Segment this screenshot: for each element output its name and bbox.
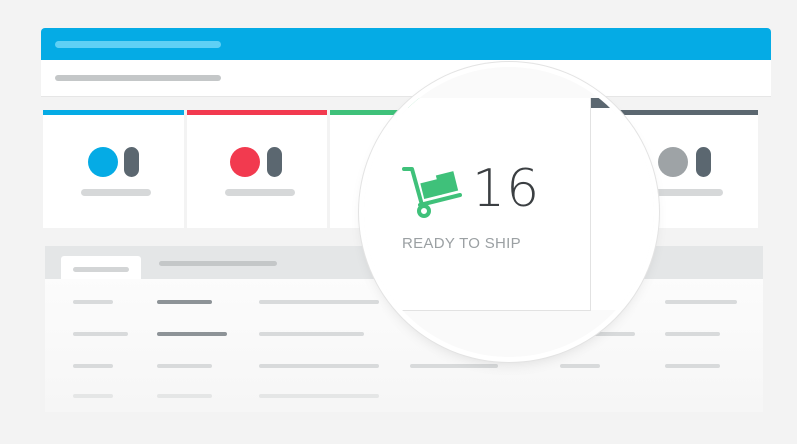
tab-label-placeholder xyxy=(73,267,129,272)
table-cell xyxy=(259,364,379,368)
table-cell xyxy=(73,300,113,304)
magnifier-lens: 16 READY TO SHIP xyxy=(364,67,654,357)
table-cell xyxy=(157,364,212,368)
card-caption-placeholder xyxy=(81,189,151,196)
table-cell xyxy=(560,364,600,368)
hand-truck-icon xyxy=(402,167,462,218)
card-caption-placeholder xyxy=(653,189,723,196)
status-dot xyxy=(88,147,118,177)
status-dot xyxy=(658,147,688,177)
table-cell xyxy=(73,332,128,336)
status-card-red[interactable] xyxy=(187,110,327,228)
table-cell xyxy=(665,364,720,368)
header-title-placeholder xyxy=(55,41,221,48)
adjacent-card xyxy=(591,108,654,310)
table-cell xyxy=(259,394,379,398)
status-pill xyxy=(124,147,139,177)
table-cell xyxy=(157,300,212,304)
status-pill xyxy=(696,147,711,177)
card-accent xyxy=(187,110,327,115)
table-cell xyxy=(410,364,498,368)
card-accent xyxy=(43,110,184,115)
status-card-blue[interactable] xyxy=(43,110,184,228)
table-cell xyxy=(665,332,720,336)
ready-to-ship-count: 16 xyxy=(472,159,541,219)
table-cell xyxy=(73,394,113,398)
ready-to-ship-label: READY TO SHIP xyxy=(402,235,521,252)
card-caption-placeholder xyxy=(225,189,295,196)
table-cell xyxy=(665,300,737,304)
table-cell xyxy=(259,300,379,304)
table-cell xyxy=(259,332,364,336)
card-accent-gray xyxy=(590,98,654,108)
status-pill xyxy=(267,147,282,177)
table-cell xyxy=(157,394,212,398)
table-cell xyxy=(157,332,227,336)
status-dot xyxy=(230,147,260,177)
app-header xyxy=(41,28,771,60)
tab-inactive[interactable] xyxy=(159,261,277,266)
subheader-text-placeholder xyxy=(55,75,221,81)
table-cell xyxy=(73,364,113,368)
tab-active[interactable] xyxy=(61,256,141,279)
